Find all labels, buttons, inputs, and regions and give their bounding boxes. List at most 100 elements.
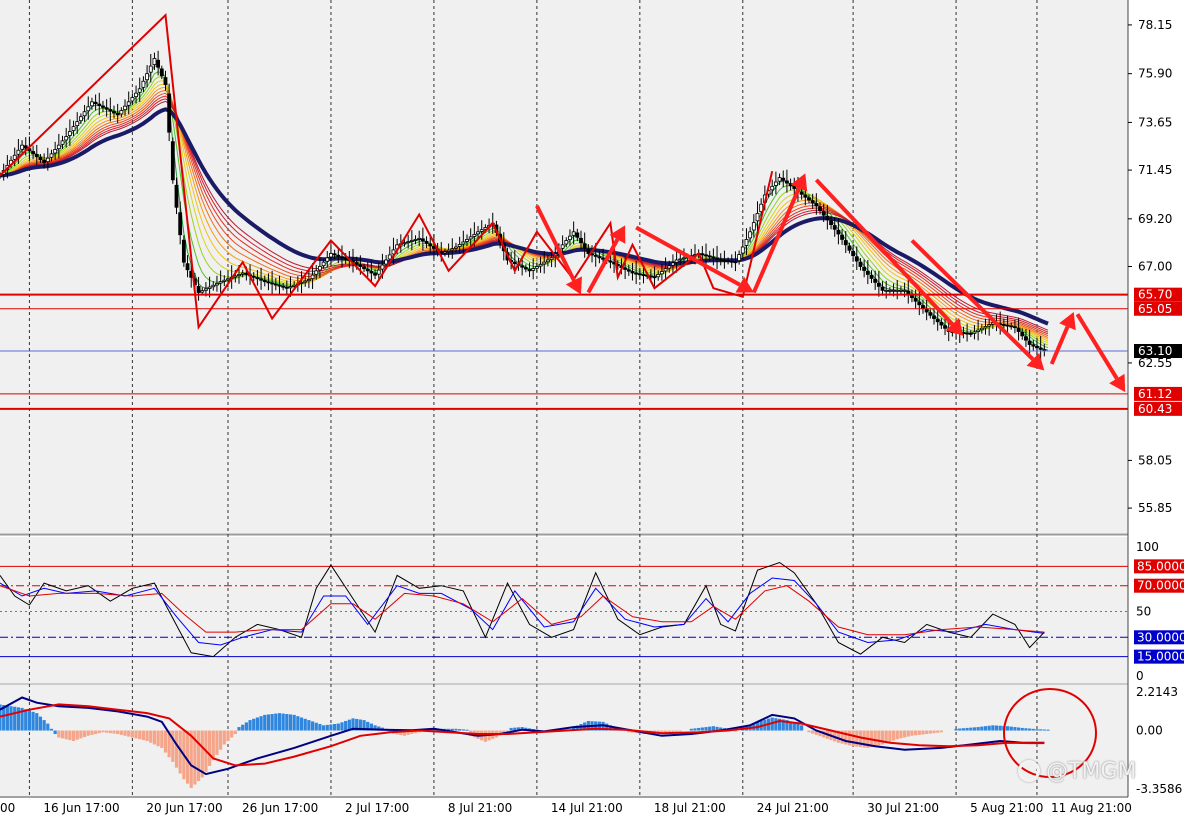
macd-histogram-bar <box>292 714 296 731</box>
chart-window: 16 Jun 17:00 20 Jun 17:00 26 Jun 17:00 2 Ju… <box>0 0 1184 816</box>
macd-histogram-bar <box>1028 728 1032 731</box>
macd-tick-label: 2.2143 <box>1136 685 1178 699</box>
macd-histogram-bar <box>16 707 20 731</box>
macd-histogram-bar <box>68 730 72 741</box>
macd-histogram-bar <box>310 721 315 731</box>
macd-histogram-bar <box>318 724 322 731</box>
macd-histogram-bar <box>344 720 348 731</box>
macd-histogram-bar <box>689 728 693 731</box>
macd-histogram-bar <box>1016 727 1021 731</box>
current-price-label: 63.10 <box>1138 344 1172 358</box>
macd-histogram-bar <box>5 705 9 731</box>
macd-histogram-bar <box>49 728 54 731</box>
macd-histogram-bar <box>1046 729 1050 731</box>
macd-histogram-bar <box>219 730 223 750</box>
macd-histogram-bar <box>906 730 910 737</box>
macd-histogram-bar <box>149 730 153 743</box>
macd-histogram-bar <box>237 727 241 731</box>
price-tick-label: 62.55 <box>1138 356 1172 370</box>
macd-histogram-bar <box>97 730 101 734</box>
macd-histogram-bar <box>987 725 991 731</box>
price-level-label: 65.70 <box>1138 288 1172 302</box>
macd-histogram-bar <box>46 723 50 731</box>
macd-histogram-bar <box>1009 726 1013 731</box>
macd-histogram-bar <box>704 727 708 731</box>
osc-level-label: 30.0000 <box>1137 630 1184 644</box>
macd-histogram-bar <box>288 714 293 731</box>
macd-histogram-bar <box>123 730 127 736</box>
watermark-text: @TMGM <box>1046 758 1137 784</box>
macd-histogram-bar <box>274 713 278 731</box>
macd-histogram-bar <box>270 714 274 731</box>
macd-histogram-bar <box>914 730 918 736</box>
macd-histogram-bar <box>932 730 936 734</box>
macd-histogram-bar <box>800 725 804 731</box>
x-tick-label: 24 Jul 21:00 <box>757 801 829 815</box>
price-tick-label: 71.45 <box>1138 163 1172 177</box>
macd-histogram-bar <box>340 722 344 731</box>
macd-histogram-bar <box>285 714 289 731</box>
x-tick-label: 5 Aug 21:00 <box>970 801 1043 815</box>
macd-histogram-bar <box>450 728 454 731</box>
macd-histogram-bar <box>86 730 90 736</box>
x-tick-label: 26 Jun 17:00 <box>242 801 318 815</box>
macd-histogram-bar <box>259 716 263 731</box>
macd-tick-label: 0.00 <box>1136 724 1163 738</box>
macd-histogram-bar <box>75 730 79 740</box>
macd-histogram-bar <box>675 730 679 732</box>
macd-histogram-bar <box>796 724 800 731</box>
macd-histogram-bar <box>807 730 811 733</box>
macd-histogram-bar <box>27 710 32 731</box>
macd-histogram-bar <box>792 722 796 731</box>
macd-histogram-bar <box>774 718 778 731</box>
macd-histogram-bar <box>336 723 340 731</box>
macd-histogram-bar <box>708 726 712 731</box>
watermark: @TMGM <box>1018 754 1178 788</box>
macd-histogram-bar <box>998 725 1002 731</box>
macd-histogram-bar <box>94 730 98 735</box>
macd-histogram-bar <box>321 725 326 731</box>
macd-histogram-bar <box>925 730 929 735</box>
price-tick-label: 58.05 <box>1138 453 1172 467</box>
macd-histogram-bar <box>855 730 859 747</box>
macd-histogram-bar <box>230 730 234 738</box>
macd-histogram-bar <box>891 730 896 741</box>
macd-histogram-bar <box>266 714 271 731</box>
macd-histogram-bar <box>671 730 675 733</box>
trading-chart[interactable]: 16 Jun 17:00 20 Jun 17:00 26 Jun 17:00 2 Ju… <box>0 0 1184 816</box>
price-tick-label: 55.85 <box>1138 501 1172 515</box>
x-tick-label: 14 Jul 21:00 <box>551 801 623 815</box>
macd-histogram-bar <box>902 730 907 738</box>
macd-histogram-bar <box>458 729 462 731</box>
macd-histogram-bar <box>101 730 105 733</box>
macd-histogram-bar <box>980 726 984 731</box>
macd-histogram-bar <box>263 714 267 731</box>
macd-histogram-bar <box>53 730 57 735</box>
macd-histogram-bar <box>255 717 260 731</box>
x-tick-label: 8 Jul 21:00 <box>448 801 512 815</box>
macd-histogram-bar <box>31 711 35 731</box>
macd-histogram-bar <box>13 706 17 731</box>
macd-histogram-bar <box>248 720 252 731</box>
osc-level-label: 70.0000 <box>1137 579 1184 593</box>
macd-histogram-bar <box>156 730 160 747</box>
macd-histogram-bar <box>38 716 43 731</box>
macd-histogram-bar <box>241 724 245 731</box>
macd-histogram-bar <box>64 730 68 740</box>
macd-histogram-bar <box>24 709 28 731</box>
macd-histogram-bar <box>1005 726 1010 731</box>
macd-histogram-bar <box>108 730 112 734</box>
macd-histogram-bar <box>1035 729 1039 731</box>
macd-histogram-bar <box>277 713 282 731</box>
x-tick-label: 18 Jul 21:00 <box>654 801 726 815</box>
macd-histogram-bar <box>936 730 940 733</box>
macd-histogram-bar <box>71 730 76 741</box>
macd-histogram-bar <box>958 728 962 731</box>
x-tick-label: 20 Jun 17:00 <box>146 801 222 815</box>
macd-histogram-bar <box>163 730 168 753</box>
macd-histogram-bar <box>222 730 226 745</box>
macd-histogram-bar <box>116 730 120 735</box>
macd-histogram-bar <box>119 730 123 735</box>
macd-histogram-bar <box>138 730 142 740</box>
candlestick <box>170 137 175 184</box>
